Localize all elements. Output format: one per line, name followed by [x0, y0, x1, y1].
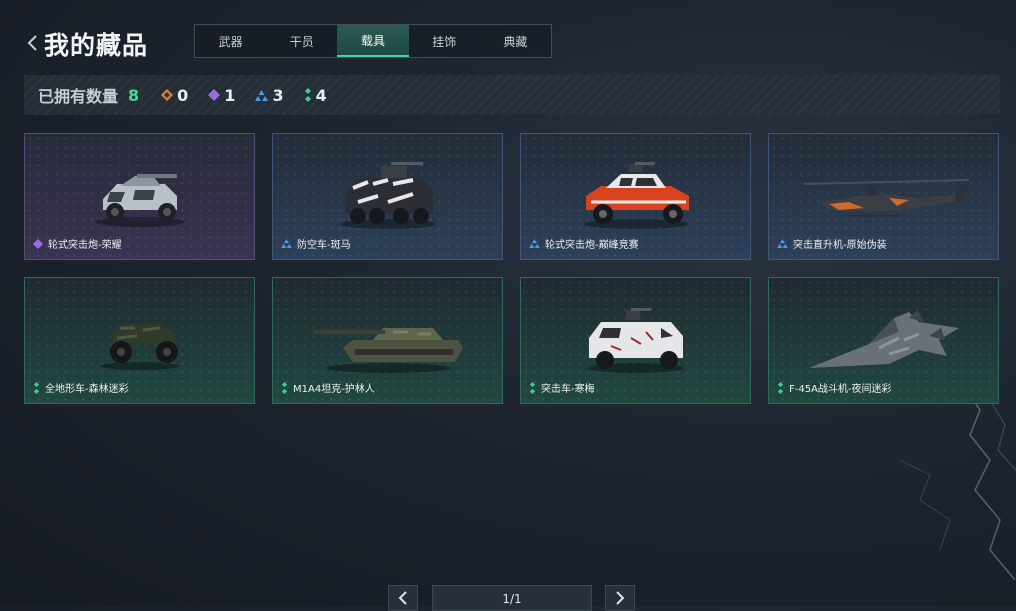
vehicle-card[interactable]: M1A4坦克-护林人 — [272, 277, 503, 404]
rarity-count-green: 4 — [304, 86, 327, 105]
vehicle-card-caption: 防空车-斑马 — [281, 236, 351, 251]
orange-diamond-icon — [161, 89, 174, 101]
green-dots-icon — [777, 381, 784, 394]
rarity-count-value: 4 — [315, 85, 327, 105]
purple-diamond-icon — [33, 238, 43, 249]
blue-triangle-icon — [777, 239, 788, 248]
vehicle-card[interactable]: F-45A战斗机-夜间迷彩 — [768, 277, 999, 404]
rarity-count-value: 1 — [224, 85, 236, 105]
vehicle-name: F-45A战斗机-夜间迷彩 — [789, 384, 892, 395]
vehicle-card[interactable]: 全地形车-森林迷彩 — [24, 277, 255, 404]
fighter-jet-image — [809, 310, 959, 368]
purple-diamond-icon — [208, 89, 221, 101]
rarity-count-value: 0 — [177, 85, 189, 105]
blue-triangle-icon — [255, 89, 269, 101]
vehicle-name: 轮式突击炮-荣耀 — [48, 240, 122, 251]
vehicle-card-caption: 全地形车-森林迷彩 — [33, 380, 129, 395]
page-indicator: 1/1 — [432, 585, 592, 611]
vehicle-card[interactable]: 轮式突击炮-巅峰竞赛 — [520, 133, 751, 260]
rarity-count-orange: 0 — [161, 86, 188, 105]
prev-page-button[interactable] — [388, 585, 418, 611]
green-dots-icon — [304, 88, 311, 102]
vehicle-card-caption: M1A4坦克-护林人 — [281, 380, 375, 395]
green-dots-icon — [529, 381, 536, 394]
vehicle-card[interactable]: 防空车-斑马 — [272, 133, 503, 260]
blue-triangle-icon — [281, 239, 292, 248]
anti-air-vehicle-image — [340, 162, 436, 229]
back-button[interactable] — [22, 30, 42, 56]
vehicle-name: 突击车-寒梅 — [541, 384, 595, 395]
wheeled-assault-gun-image — [95, 174, 185, 227]
chevron-left-icon — [27, 35, 37, 51]
vehicle-card-caption: F-45A战斗机-夜间迷彩 — [777, 380, 892, 395]
vehicle-card-caption: 突击车-寒梅 — [529, 380, 595, 395]
vehicle-name: 轮式突击炮-巅峰竞赛 — [545, 240, 639, 251]
rarity-count-value: 3 — [272, 85, 284, 105]
green-dots-icon — [33, 381, 40, 394]
tab-weapons[interactable]: 武器 — [195, 25, 266, 57]
blue-triangle-icon — [529, 239, 540, 248]
vehicle-name: 防空车-斑马 — [297, 240, 351, 251]
owned-count-bar: 已拥有数量 8 0 1 3 4 — [24, 75, 1000, 115]
chevron-left-icon — [398, 591, 407, 605]
tank-image — [313, 328, 463, 373]
vehicle-card[interactable]: 突击车-寒梅 — [520, 277, 751, 404]
atv-image — [100, 324, 180, 370]
assault-vehicle-image — [588, 308, 684, 373]
green-dots-icon — [281, 381, 288, 394]
vehicle-name: 全地形车-森林迷彩 — [45, 384, 129, 395]
tab-charms[interactable]: 挂饰 — [409, 25, 480, 57]
page-title: 我的藏品 — [44, 31, 149, 60]
chevron-right-icon — [616, 591, 625, 605]
vehicle-card[interactable]: 轮式突击炮-荣耀 — [24, 133, 255, 260]
tab-operators[interactable]: 干员 — [266, 25, 337, 57]
vehicle-collection-grid: 轮式突击炮-荣耀 防空车-斑马 轮式突击炮-巅峰竞赛 突击直升机-原始伪装 全地… — [24, 133, 1000, 404]
vehicle-card-caption: 突击直升机-原始伪装 — [777, 236, 887, 251]
tab-vehicles[interactable]: 载具 — [337, 25, 409, 57]
vehicle-name: M1A4坦克-护林人 — [293, 384, 375, 395]
vehicle-name: 突击直升机-原始伪装 — [793, 240, 887, 251]
category-tabs: 武器 干员 载具 挂饰 典藏 — [194, 24, 552, 58]
vehicle-card[interactable]: 突击直升机-原始伪装 — [768, 133, 999, 260]
wheeled-assault-gun-image — [584, 162, 689, 229]
rarity-count-blue: 3 — [255, 85, 284, 105]
background-lightning-decoration — [899, 380, 1016, 580]
attack-helicopter-image — [803, 179, 970, 217]
vehicle-card-caption: 轮式突击炮-荣耀 — [33, 236, 122, 251]
vehicle-card-caption: 轮式突击炮-巅峰竞赛 — [529, 236, 639, 251]
owned-count-total: 8 — [128, 85, 140, 105]
owned-count-label: 已拥有数量 — [38, 87, 119, 106]
tab-collection[interactable]: 典藏 — [480, 25, 551, 57]
rarity-count-purple: 1 — [208, 86, 235, 105]
next-page-button[interactable] — [605, 585, 635, 611]
